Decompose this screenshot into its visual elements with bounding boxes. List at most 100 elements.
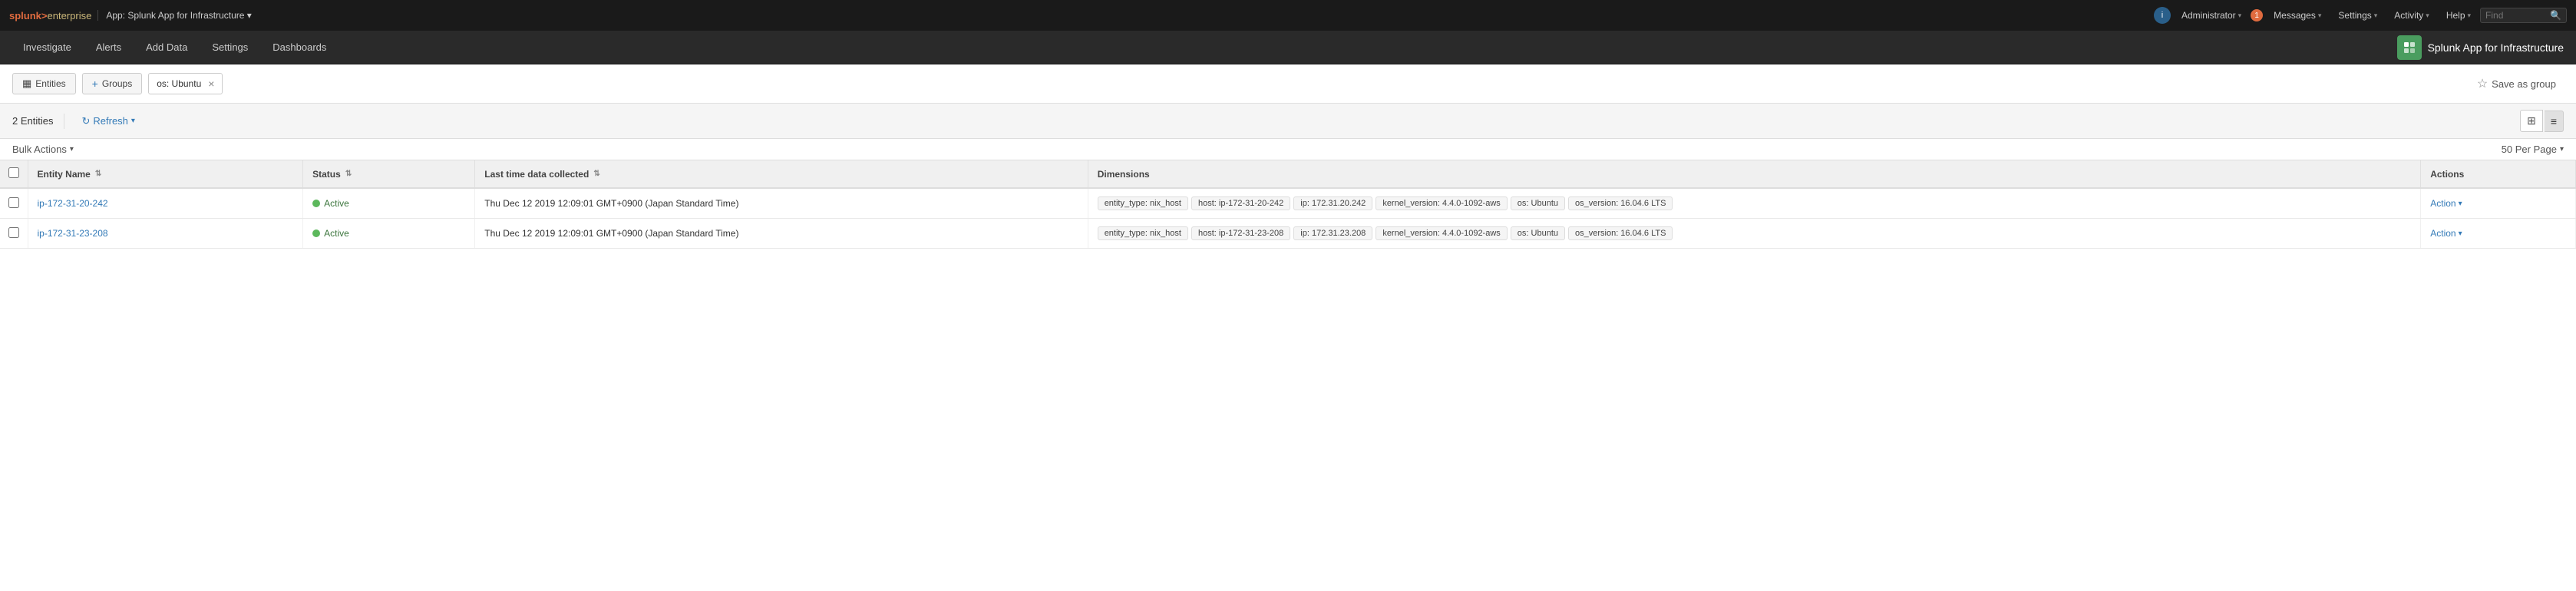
col-checkbox (0, 160, 28, 188)
messages-button[interactable]: Messages ▾ (2266, 7, 2329, 24)
refresh-icon: ↻ (81, 115, 90, 127)
dimension-badge: os: Ubuntu (1511, 196, 1565, 210)
row-actions: Action ▾ (2421, 188, 2576, 219)
app-badge-area: Splunk App for Infrastructure (2397, 35, 2564, 60)
settings-button[interactable]: Settings ▾ (2330, 7, 2385, 24)
filter-bar: ▦ Entities + Groups os: Ubuntu × ☆ Save … (0, 64, 2576, 104)
entities-button[interactable]: ▦ Entities (12, 73, 76, 94)
toolbar: 2 Entities ↻ Refresh ▾ ⊞ ≡ (0, 104, 2576, 139)
refresh-button[interactable]: ↻ Refresh ▾ (75, 112, 140, 130)
admin-avatar: i (2154, 7, 2171, 24)
list-view-button[interactable]: ≡ (2545, 111, 2564, 132)
table-row: ip-172-31-23-208 Active Thu Dec 12 2019 12… (0, 219, 2576, 249)
table-row: ip-172-31-20-242 Active Thu Dec 12 2019 12… (0, 188, 2576, 219)
status-active-dot (312, 229, 320, 237)
action-chevron-icon: ▾ (2459, 229, 2462, 238)
nav-add-data[interactable]: Add Data (135, 35, 198, 59)
help-button[interactable]: Help ▾ (2439, 7, 2479, 24)
search-icon: 🔍 (2550, 10, 2561, 21)
nav-dashboards[interactable]: Dashboards (262, 35, 337, 59)
dimension-badge: os_version: 16.04.6 LTS (1568, 196, 1673, 210)
last-time-sort-icon: ⇅ (593, 170, 599, 178)
groups-plus-icon: + (92, 78, 98, 90)
dimension-badge: host: ip-172-31-23-208 (1191, 226, 1290, 240)
filter-input[interactable] (229, 78, 2462, 90)
nav-right: i Administrator ▾ 1 Messages ▾ Settings … (2154, 7, 2567, 24)
action-label: Action (2430, 198, 2455, 209)
action-label: Action (2430, 228, 2455, 239)
dimension-badge: kernel_version: 4.4.0-1092-aws (1376, 226, 1507, 240)
view-toggle: ⊞ ≡ (2520, 110, 2564, 132)
entities-table: Entity Name ⇅ Status ⇅ Last time data co… (0, 160, 2576, 249)
entity-link[interactable]: ip-172-31-23-208 (38, 228, 108, 239)
top-navigation: splunk>enterprise App: Splunk App for In… (0, 0, 2576, 31)
dimension-badge: entity_type: nix_host (1098, 226, 1188, 240)
row-entity-name: ip-172-31-23-208 (28, 219, 303, 249)
select-all-checkbox[interactable] (8, 167, 19, 178)
row-entity-name: ip-172-31-20-242 (28, 188, 303, 219)
bulk-actions-chevron-icon: ▾ (70, 145, 74, 154)
row-status: Active (303, 219, 475, 249)
dimension-badge: os_version: 16.04.6 LTS (1568, 226, 1673, 240)
status-label: Active (324, 198, 349, 209)
row-checkbox-cell (0, 188, 28, 219)
nav-alerts[interactable]: Alerts (85, 35, 132, 59)
entities-count: 2 Entities (12, 115, 53, 127)
action-button[interactable]: Action ▾ (2430, 198, 2462, 209)
table-body: ip-172-31-20-242 Active Thu Dec 12 2019 12… (0, 188, 2576, 249)
bulk-actions-button[interactable]: Bulk Actions ▾ (12, 144, 74, 155)
col-status: Status ⇅ (303, 160, 475, 188)
grid-view-button[interactable]: ⊞ (2520, 110, 2543, 132)
row-dimensions: entity_type: nix_hosthost: ip-172-31-20-… (1088, 188, 2421, 219)
find-box[interactable]: 🔍 (2480, 8, 2567, 23)
nav-settings[interactable]: Settings (201, 35, 259, 59)
row-last-time: Thu Dec 12 2019 12:09:01 GMT+0900 (Japan… (475, 219, 1088, 249)
col-last-time: Last time data collected ⇅ (475, 160, 1088, 188)
row-checkbox[interactable] (8, 197, 19, 208)
action-chevron-icon: ▾ (2459, 200, 2462, 208)
filter-tag-os-ubuntu: os: Ubuntu × (148, 73, 223, 94)
nav-investigate[interactable]: Investigate (12, 35, 82, 59)
status-sort[interactable]: Status ⇅ (312, 169, 465, 180)
row-checkbox[interactable] (8, 227, 19, 238)
per-page-selector[interactable]: 50 Per Page ▾ (2502, 144, 2564, 155)
app-logo-icon (2403, 41, 2416, 54)
table-header-row: Entity Name ⇅ Status ⇅ Last time data co… (0, 160, 2576, 188)
admin-button[interactable]: Administrator ▾ (2174, 7, 2249, 24)
list-view-icon: ≡ (2551, 115, 2557, 127)
dimension-badge: entity_type: nix_host (1098, 196, 1188, 210)
star-icon: ☆ (2477, 76, 2488, 91)
row-actions: Action ▾ (2421, 219, 2576, 249)
find-input[interactable] (2485, 10, 2547, 21)
app-label: App: Splunk App for Infrastructure ▾ (97, 10, 252, 21)
dimension-badge: host: ip-172-31-20-242 (1191, 196, 1290, 210)
dimension-badge: ip: 172.31.20.242 (1293, 196, 1372, 210)
status-label: Active (324, 228, 349, 239)
dimension-badge: os: Ubuntu (1511, 226, 1565, 240)
save-as-group-button[interactable]: ☆ Save as group (2469, 72, 2564, 95)
groups-button[interactable]: + Groups (82, 73, 143, 94)
entity-link[interactable]: ip-172-31-20-242 (38, 198, 108, 209)
logo-area: splunk>enterprise App: Splunk App for In… (9, 10, 252, 21)
last-time-sort[interactable]: Last time data collected ⇅ (484, 169, 1078, 180)
entity-name-sort[interactable]: Entity Name ⇅ (38, 169, 294, 180)
activity-button[interactable]: Activity ▾ (2386, 7, 2437, 24)
col-actions: Actions (2421, 160, 2576, 188)
status-active-dot (312, 200, 320, 207)
refresh-chevron-icon: ▾ (131, 117, 135, 125)
dimension-badge: ip: 172.31.23.208 (1293, 226, 1372, 240)
logo-splunk: splunk>enterprise (9, 10, 91, 21)
action-button[interactable]: Action ▾ (2430, 228, 2462, 239)
col-entity-name: Entity Name ⇅ (28, 160, 303, 188)
entities-icon: ▦ (22, 78, 31, 90)
row-last-time: Thu Dec 12 2019 12:09:01 GMT+0900 (Japan… (475, 188, 1088, 219)
grid-view-icon: ⊞ (2527, 114, 2536, 127)
messages-badge: 1 (2251, 9, 2263, 21)
filter-tag-close[interactable]: × (208, 78, 214, 90)
status-sort-icon: ⇅ (345, 170, 352, 178)
row-checkbox-cell (0, 219, 28, 249)
per-page-chevron-icon: ▾ (2560, 145, 2564, 154)
col-dimensions: Dimensions (1088, 160, 2421, 188)
secondary-navigation: Investigate Alerts Add Data Settings Das… (0, 31, 2576, 64)
entity-name-sort-icon: ⇅ (95, 170, 101, 178)
